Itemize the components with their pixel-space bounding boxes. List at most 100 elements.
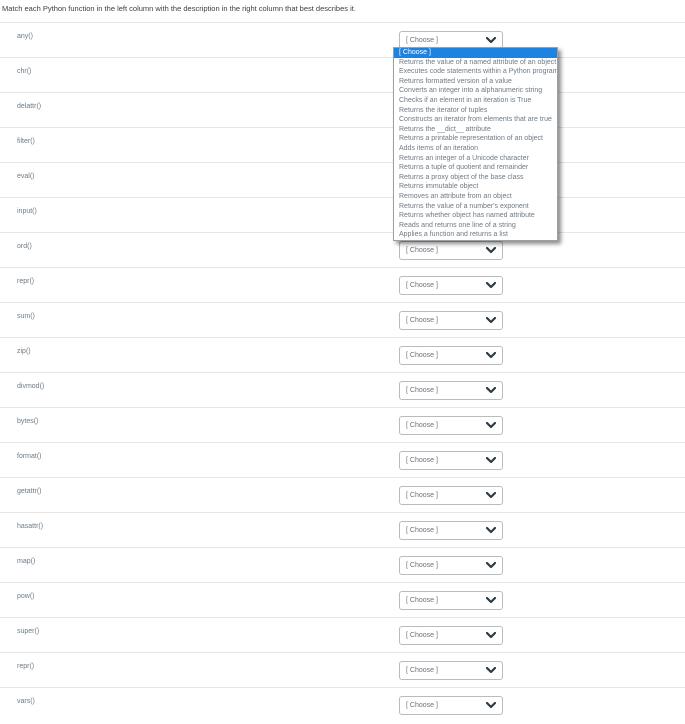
match-row: pow() [ Choose ] [0, 582, 685, 617]
chevron-down-icon [486, 37, 496, 44]
answer-select[interactable]: [ Choose ] [399, 451, 503, 470]
match-row: filter() [ Choose ] [0, 127, 685, 162]
match-row: chr() [ Choose ] [0, 57, 685, 92]
select-value: [ Choose ] [406, 632, 438, 639]
dropdown-option[interactable]: Returns the __dict__ attribute [394, 125, 557, 135]
select-value: [ Choose ] [406, 702, 438, 709]
select-value: [ Choose ] [406, 492, 438, 499]
chevron-down-icon [486, 352, 496, 359]
select-value: [ Choose ] [406, 597, 438, 604]
match-row: any() [ Choose ] [0, 22, 685, 57]
function-label: ord() [17, 243, 32, 250]
select-value: [ Choose ] [406, 562, 438, 569]
answer-select[interactable]: [ Choose ] [399, 311, 503, 330]
dropdown-option[interactable]: Returns a tuple of quotient and remainde… [394, 163, 557, 173]
dropdown-option[interactable]: Returns formatted version of a value [394, 77, 557, 87]
function-label: eval() [17, 173, 35, 180]
function-label: sum() [17, 313, 35, 320]
dropdown-option[interactable]: Applies a function and returns a list [394, 230, 557, 240]
answer-select[interactable]: [ Choose ] [399, 416, 503, 435]
match-row: hasattr() [ Choose ] [0, 512, 685, 547]
chevron-down-icon [486, 387, 496, 394]
answer-dropdown-menu: [ Choose ] Returns the value of a named … [393, 47, 558, 241]
chevron-down-icon [486, 527, 496, 534]
function-label: chr() [17, 68, 32, 75]
chevron-down-icon [486, 457, 496, 464]
match-row: sum() [ Choose ] [0, 302, 685, 337]
dropdown-option[interactable]: [ Choose ] [394, 48, 557, 58]
dropdown-option[interactable]: Returns the value of a number's exponent [394, 202, 557, 212]
chevron-down-icon [486, 492, 496, 499]
dropdown-option[interactable]: Returns immutable object [394, 182, 557, 192]
dropdown-option[interactable]: Reads and returns one line of a string [394, 221, 557, 231]
dropdown-option[interactable]: Returns a proxy object of the base class [394, 173, 557, 183]
function-label: repr() [17, 663, 35, 670]
chevron-down-icon [486, 422, 496, 429]
match-row: map() [ Choose ] [0, 547, 685, 582]
dropdown-option[interactable]: Constructs an iterator from elements tha… [394, 115, 557, 125]
chevron-down-icon [486, 597, 496, 604]
match-row: eval() [ Choose ] [0, 162, 685, 197]
match-row: delattr() [ Choose ] [0, 92, 685, 127]
match-row: zip() [ Choose ] [0, 337, 685, 372]
answer-select[interactable]: [ Choose ] [399, 276, 503, 295]
function-label: vars() [17, 698, 35, 705]
answer-select[interactable]: [ Choose ] [399, 626, 503, 645]
match-row: repr() [ Choose ] [0, 652, 685, 687]
select-value: [ Choose ] [406, 422, 438, 429]
answer-select[interactable]: [ Choose ] [399, 591, 503, 610]
match-row: getattr() [ Choose ] [0, 477, 685, 512]
function-label: super() [17, 628, 40, 635]
function-label: zip() [17, 348, 31, 355]
dropdown-option[interactable]: Executes code statements within a Python… [394, 67, 557, 77]
chevron-down-icon [486, 282, 496, 289]
function-label: any() [17, 33, 33, 40]
select-value: [ Choose ] [406, 667, 438, 674]
match-row: vars() [ Choose ] [0, 687, 685, 722]
function-label: map() [17, 558, 36, 565]
select-value: [ Choose ] [406, 387, 438, 394]
function-label: delattr() [17, 103, 42, 110]
dropdown-option[interactable]: Returns a printable representation of an… [394, 134, 557, 144]
chevron-down-icon [486, 667, 496, 674]
match-row: input() [ Choose ] [0, 197, 685, 232]
dropdown-option[interactable]: Returns the iterator of tuples [394, 106, 557, 116]
dropdown-option[interactable]: Checks if an element in an iteration is … [394, 96, 557, 106]
answer-select[interactable]: [ Choose ] [399, 486, 503, 505]
quiz-matching-page: Match each Python function in the left c… [0, 0, 685, 724]
match-row: divmod() [ Choose ] [0, 372, 685, 407]
dropdown-option[interactable]: Returns whether object has named attribu… [394, 211, 557, 221]
function-label: getattr() [17, 488, 42, 495]
chevron-down-icon [486, 632, 496, 639]
dropdown-option[interactable]: Converts an integer into a alphanumeric … [394, 86, 557, 96]
dropdown-option[interactable]: Removes an attribute from an object [394, 192, 557, 202]
answer-select[interactable]: [ Choose ] [399, 521, 503, 540]
function-label: repr() [17, 278, 35, 285]
chevron-down-icon [486, 247, 496, 254]
select-value: [ Choose ] [406, 317, 438, 324]
select-value: [ Choose ] [406, 527, 438, 534]
dropdown-option[interactable]: Returns the value of a named attribute o… [394, 58, 557, 68]
function-label: pow() [17, 593, 35, 600]
dropdown-option[interactable]: Returns an integer of a Unicode characte… [394, 154, 557, 164]
answer-select[interactable]: [ Choose ] [399, 661, 503, 680]
match-row: repr() [ Choose ] [0, 267, 685, 302]
match-row: bytes() [ Choose ] [0, 407, 685, 442]
answer-select[interactable]: [ Choose ] [399, 556, 503, 575]
chevron-down-icon [486, 562, 496, 569]
function-label: format() [17, 453, 42, 460]
answer-select[interactable]: [ Choose ] [399, 381, 503, 400]
chevron-down-icon [486, 317, 496, 324]
function-label: filter() [17, 138, 35, 145]
select-value: [ Choose ] [406, 247, 438, 254]
function-label: input() [17, 208, 37, 215]
match-row: format() [ Choose ] [0, 442, 685, 477]
function-label: bytes() [17, 418, 39, 425]
answer-select[interactable]: [ Choose ] [399, 696, 503, 715]
dropdown-option[interactable]: Adds items of an iteration [394, 144, 557, 154]
match-row: ord() [ Choose ] [0, 232, 685, 267]
matching-rows: any() [ Choose ] chr() [ Choose ] delatt… [0, 22, 685, 722]
select-value: [ Choose ] [406, 352, 438, 359]
answer-select[interactable]: [ Choose ] [399, 241, 503, 260]
answer-select[interactable]: [ Choose ] [399, 346, 503, 365]
